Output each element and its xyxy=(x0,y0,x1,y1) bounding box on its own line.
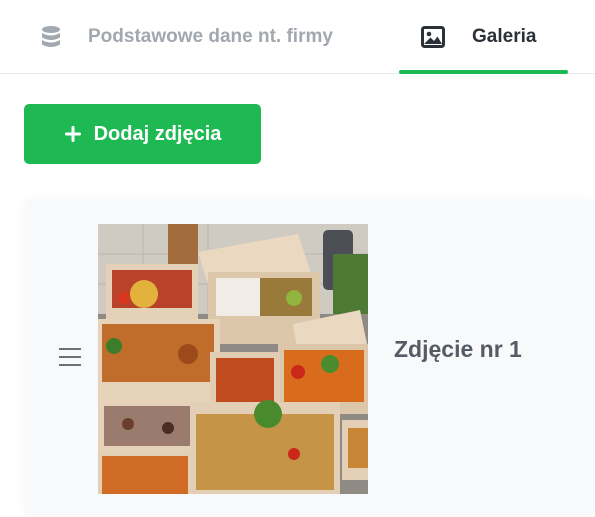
tab-gallery[interactable]: Galeria xyxy=(420,0,536,74)
drag-handle-icon[interactable] xyxy=(59,347,81,367)
add-photos-label: Dodaj zdjęcia xyxy=(93,122,222,145)
gallery-photo-thumbnail[interactable] xyxy=(98,224,368,494)
tab-gallery-label: Galeria xyxy=(472,26,537,47)
plus-icon xyxy=(64,126,81,142)
tab-basic-info[interactable]: Podstawowe dane nt. firmy xyxy=(38,0,333,74)
add-photos-button[interactable]: Dodaj zdjęcia xyxy=(24,104,261,164)
database-icon xyxy=(38,24,64,50)
active-tab-indicator xyxy=(399,70,568,74)
photo-caption: Zdjęcie nr 1 xyxy=(394,336,522,362)
tab-bar: Podstawowe dane nt. firmy Galeria xyxy=(0,0,595,74)
image-icon xyxy=(420,24,446,50)
tab-basic-info-label: Podstawowe dane nt. firmy xyxy=(88,26,333,47)
